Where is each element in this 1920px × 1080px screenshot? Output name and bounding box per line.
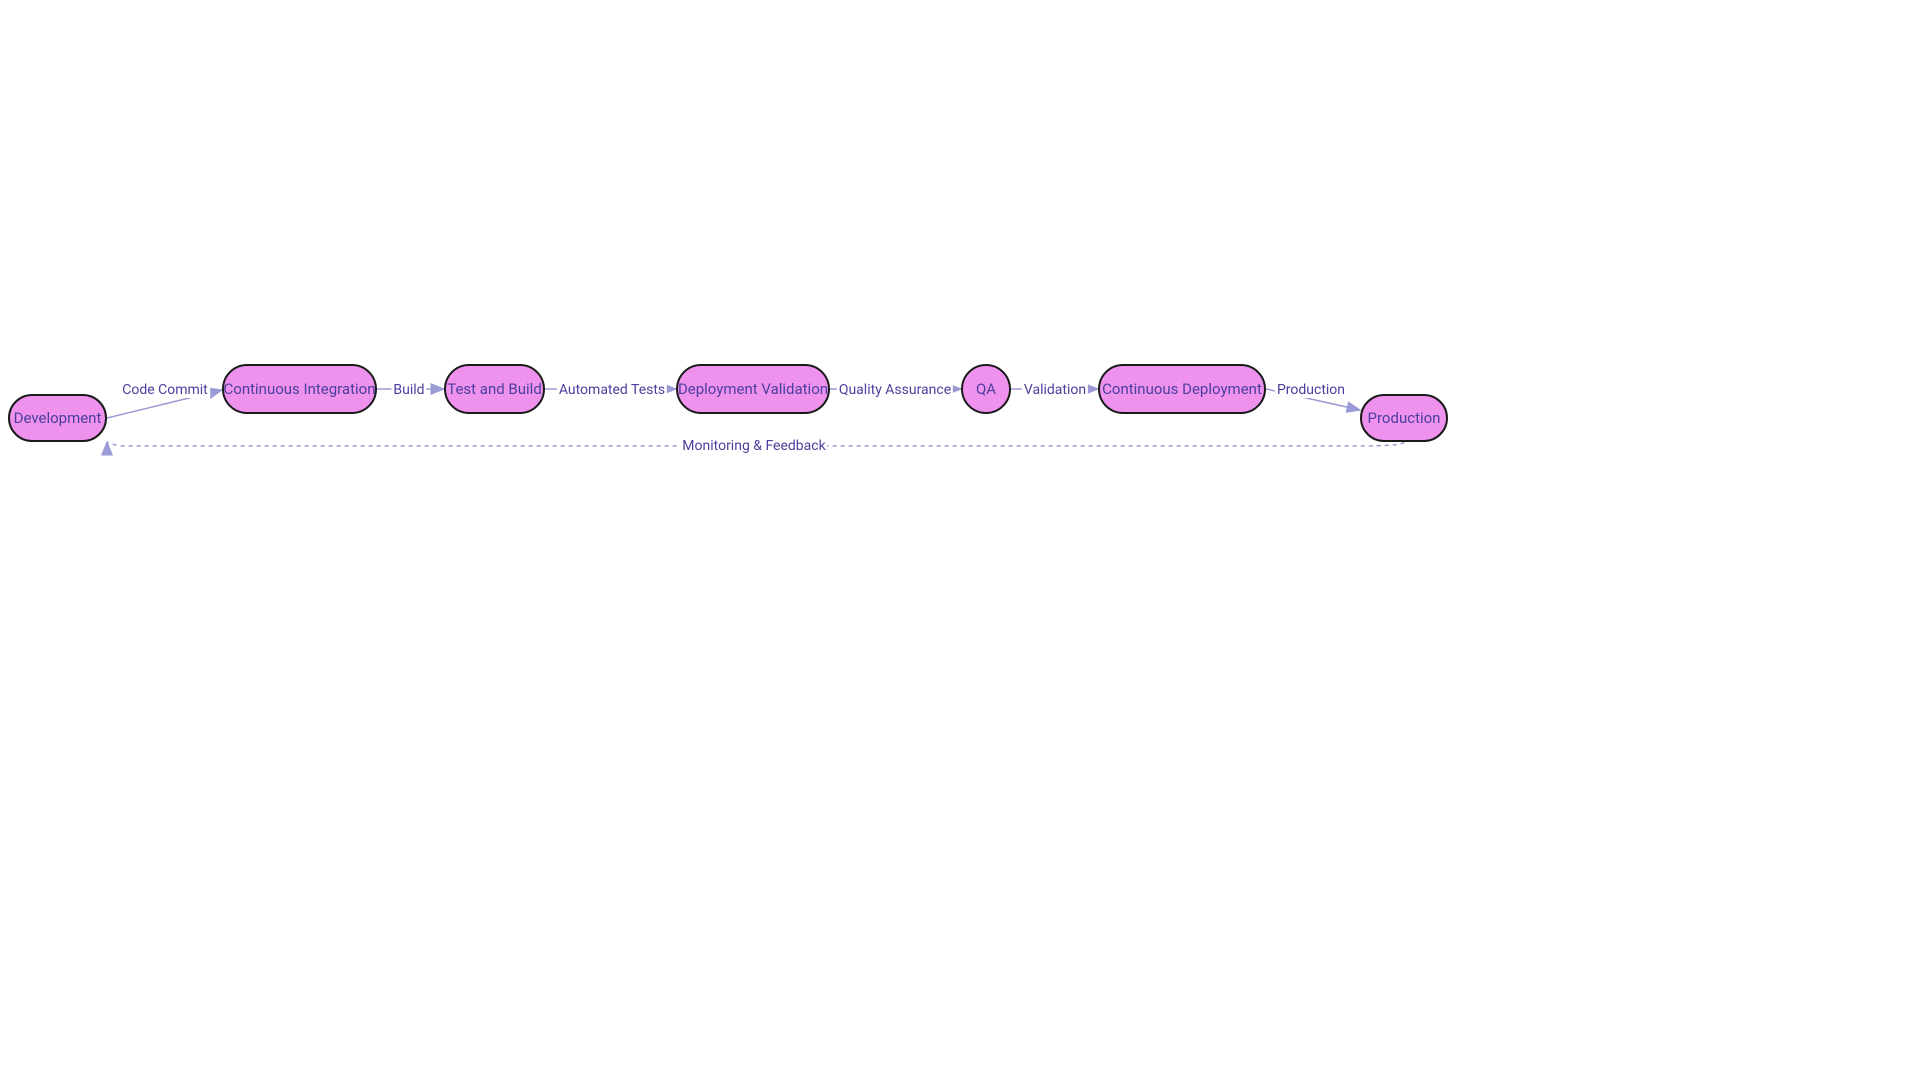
edge-label-production: Production — [1275, 382, 1347, 398]
node-label: Deployment Validation — [678, 380, 828, 398]
node-continuous-deployment: Continuous Deployment — [1098, 364, 1266, 414]
edge-label-build: Build — [391, 382, 426, 398]
node-label: Continuous Integration — [224, 380, 376, 398]
node-development: Development — [8, 394, 107, 442]
node-label: Continuous Deployment — [1102, 380, 1262, 398]
edge-label-automated-tests: Automated Tests — [557, 382, 667, 398]
cicd-flowchart: Development Continuous Integration Test … — [0, 0, 1920, 1080]
edge-label-code-commit: Code Commit — [120, 382, 210, 398]
node-label: Production — [1368, 409, 1441, 427]
node-label: Development — [14, 409, 102, 427]
node-label: Test and Build — [447, 380, 542, 398]
node-qa: QA — [961, 364, 1011, 414]
node-continuous-integration: Continuous Integration — [222, 364, 377, 414]
edge-label-validation: Validation — [1022, 382, 1088, 398]
edge-label-quality-assurance: Quality Assurance — [837, 382, 953, 398]
node-test-and-build: Test and Build — [444, 364, 545, 414]
edge-label-monitoring: Monitoring & Feedback — [680, 438, 827, 454]
node-production: Production — [1360, 394, 1448, 442]
node-deployment-validation: Deployment Validation — [676, 364, 830, 414]
node-label: QA — [976, 380, 996, 398]
arrow-layer — [0, 0, 1920, 1080]
